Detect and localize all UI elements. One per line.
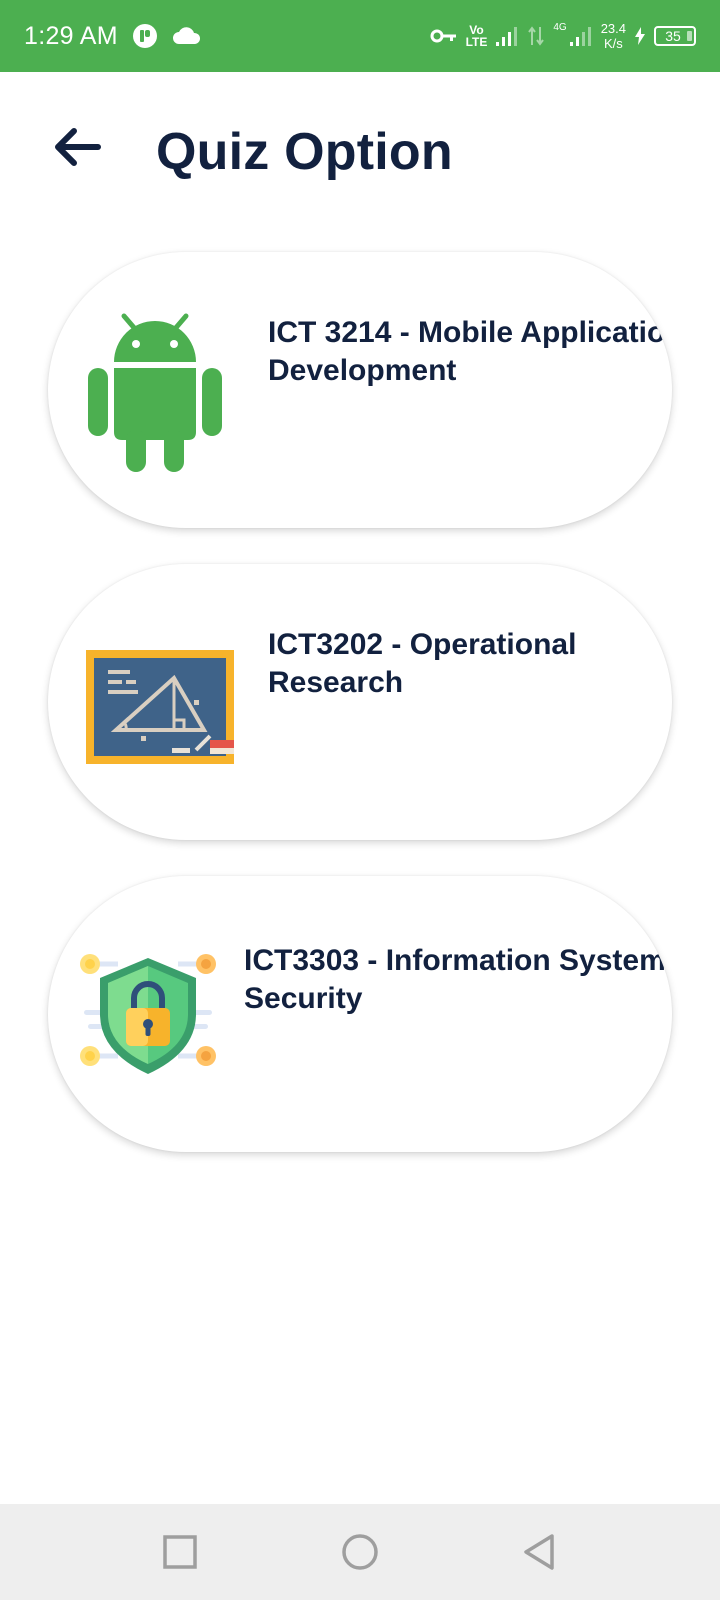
cloud-icon	[172, 26, 202, 46]
back-triangle-icon	[524, 1534, 554, 1570]
course-title: ICT3202 - Operational Research	[268, 626, 672, 702]
course-card-mobile-app-dev[interactable]: ICT 3214 - Mobile Application Developmen…	[48, 252, 672, 528]
course-title: ICT3303 - Information System Security	[244, 942, 666, 1018]
chalkboard-icon	[86, 650, 234, 764]
network-type: 4G	[553, 21, 567, 33]
battery-icon: 35	[654, 26, 696, 46]
speed-value: 23.4	[600, 21, 626, 36]
course-title-line1: ICT3202 - Operational	[268, 628, 577, 661]
home-button[interactable]	[340, 1532, 380, 1572]
course-title-line2: Security	[244, 982, 363, 1015]
volte-indicator: Vo LTE	[466, 24, 488, 48]
course-title-line2: Research	[268, 666, 404, 699]
course-card-information-system-security[interactable]: ICT3303 - Information System Security	[48, 876, 672, 1152]
course-title-line1: ICT 3214 - Mobile Application	[268, 316, 672, 349]
signal-icon-2	[569, 26, 593, 46]
course-title: ICT 3214 - Mobile Application Developmen…	[268, 314, 672, 390]
network-speed: 23.4 K/s	[601, 21, 626, 51]
page-title: Quiz Option	[156, 123, 453, 181]
system-back-button[interactable]	[520, 1532, 560, 1572]
data-arrows-icon	[527, 25, 545, 47]
security-shield-icon	[78, 952, 218, 1082]
vpn-key-icon	[430, 28, 458, 44]
status-indicators: Vo LTE 4G 23.4 K/s 35	[430, 21, 696, 51]
notification-icon	[132, 23, 158, 49]
header: Quiz Option	[0, 72, 720, 232]
navigation-bar	[0, 1504, 720, 1600]
course-title-line2: Development	[268, 354, 457, 387]
charging-bolt-icon	[634, 27, 646, 45]
recents-button[interactable]	[160, 1532, 200, 1572]
status-time: 1:29 AM	[24, 21, 118, 50]
volte-bottom: LTE	[465, 35, 488, 49]
arrow-left-icon	[55, 128, 101, 166]
course-title-line1: ICT3303 - Information System	[244, 944, 666, 977]
back-button[interactable]	[50, 122, 106, 172]
home-circle-icon	[342, 1534, 378, 1570]
recents-square-icon	[163, 1535, 197, 1569]
status-bar: 1:29 AM Vo LTE 4G 23.4 K/s 35	[0, 0, 720, 72]
speed-unit: K/s	[603, 36, 623, 51]
signal-icon	[495, 26, 519, 46]
android-icon	[86, 310, 224, 474]
course-card-operational-research[interactable]: ICT3202 - Operational Research	[48, 564, 672, 840]
